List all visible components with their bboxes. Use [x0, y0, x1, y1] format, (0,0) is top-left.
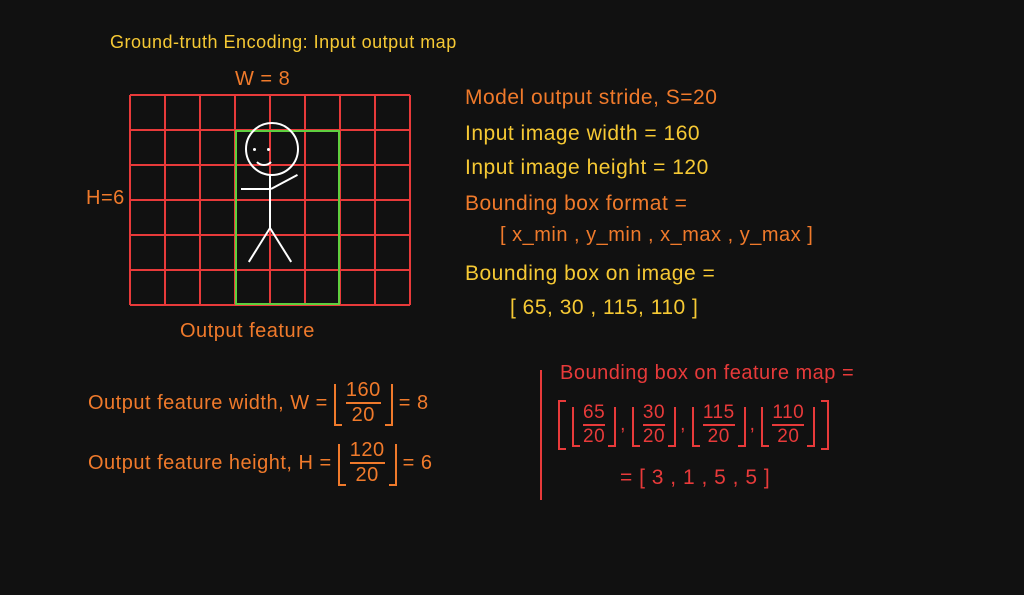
bbox-format-value: [ x_min , y_min , x_max , y_max ]: [500, 224, 813, 247]
fm-term-2-num: 115: [703, 403, 735, 424]
bbox-image-label: Bounding box on image =: [465, 262, 715, 286]
out-height-result: = 6: [403, 452, 433, 475]
bbox-format-label: Bounding box format =: [465, 192, 687, 216]
out-width-num: 160: [346, 380, 381, 402]
bbox-image-value: [ 65, 30 , 115, 110 ]: [510, 296, 698, 320]
out-height-eq: Output feature height, H = 120 20 = 6: [88, 440, 432, 486]
bbox-featmap-expr: 65 20 , 30 20 , 115 20 , 110 20: [558, 400, 829, 450]
input-height-text: Input image height = 120: [465, 156, 709, 180]
out-height-den: 20: [350, 462, 385, 486]
out-width-eq: Output feature width, W = 160 20 = 8: [88, 380, 429, 426]
stride-text: Model output stride, S=20: [465, 86, 717, 110]
fm-term-0-num: 65: [583, 403, 605, 424]
bbox-featmap-label: Bounding box on feature map =: [560, 362, 854, 385]
out-width-result: = 8: [399, 392, 429, 415]
input-width-text: Input image width = 160: [465, 122, 700, 146]
grid-caption: Output feature: [180, 320, 315, 343]
fm-term-0-den: 20: [583, 424, 605, 447]
stick-figure: [235, 130, 305, 270]
grid-h-label: H=6: [86, 187, 125, 210]
bbox-featmap-result: = [ 3 , 1 , 5 , 5 ]: [620, 466, 770, 490]
title: Ground-truth Encoding: Input output map: [110, 32, 457, 53]
fm-term-3-den: 20: [772, 424, 804, 447]
out-width-label: Output feature width, W =: [88, 392, 328, 415]
divider-line: [540, 370, 542, 500]
fm-term-1-den: 20: [643, 424, 665, 447]
fm-term-3-num: 110: [772, 403, 804, 424]
fm-term-2-den: 20: [703, 424, 735, 447]
out-height-num: 120: [350, 440, 385, 462]
out-width-den: 20: [346, 402, 381, 426]
out-height-label: Output feature height, H =: [88, 452, 332, 475]
fm-term-1-num: 30: [643, 403, 665, 424]
grid-w-label: W = 8: [235, 68, 290, 91]
